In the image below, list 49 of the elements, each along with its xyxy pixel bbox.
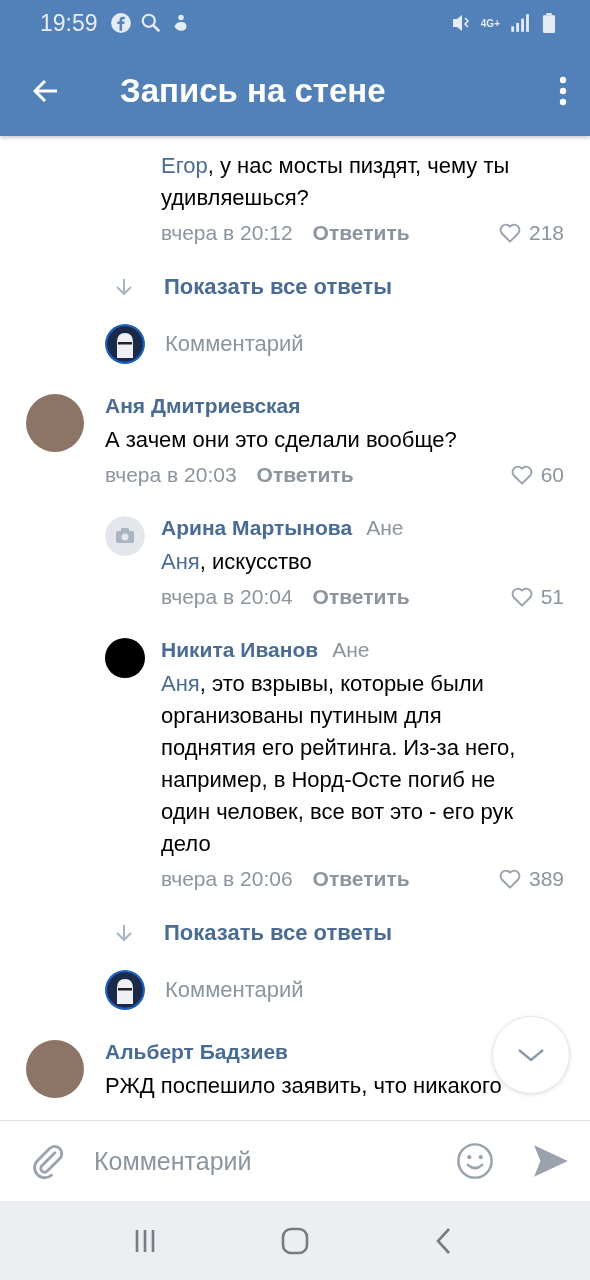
page-title: Запись на стене (120, 72, 387, 110)
comment-text: А зачем они это сделали вообще? (105, 426, 458, 454)
send-icon[interactable] (532, 1142, 570, 1180)
reply-to: Ане (332, 638, 370, 662)
signal-icon (508, 12, 530, 34)
comment-time: вчера в 20:03 (105, 463, 237, 487)
comment-input-field[interactable]: Комментарий (94, 1146, 438, 1176)
more-options-icon[interactable] (558, 75, 568, 107)
reply-button[interactable]: Ответить (312, 585, 410, 609)
camera-icon (105, 516, 145, 556)
photo-placeholder (26, 1040, 84, 1098)
reply-button[interactable]: Ответить (312, 221, 410, 245)
show-all-replies-link[interactable]: Показать все ответы (164, 274, 393, 300)
comment-field[interactable]: Комментарий (165, 331, 304, 357)
reply-button[interactable]: Ответить (312, 867, 410, 891)
status-time: 19:59 (40, 9, 98, 37)
down-arrow-icon (114, 277, 134, 297)
photo-placeholder (26, 394, 84, 452)
comment-text: Егор, у нас мосты пиздят, чему ты удивляешься? (161, 152, 511, 212)
comment-text: Аня, это взрывы, которые были организованы путиным для поднятия его рейтинга. Из-за него, например, в Норд-Осте погиб не один человек, все вот это - его рук дело (161, 670, 517, 858)
mention-link[interactable]: Аня (161, 671, 200, 696)
smiley-icon[interactable] (456, 1142, 494, 1180)
search-icon (139, 12, 162, 34)
comment-time: вчера в 20:12 (161, 221, 293, 245)
helmet-avatar-icon (105, 970, 145, 1010)
author-name[interactable]: Никита Иванов (161, 638, 319, 662)
show-all-replies-link[interactable]: Показать все ответы (164, 920, 393, 946)
home-icon[interactable] (280, 1225, 310, 1256)
avatar (105, 638, 145, 678)
like-count: 51 (540, 585, 564, 609)
like-count: 218 (528, 221, 564, 245)
network-label: 4G+ (480, 17, 500, 29)
facebook-icon (109, 12, 132, 34)
author-name[interactable]: Аня Дмитриевская (105, 394, 301, 418)
comment-time: вчера в 20:04 (161, 585, 293, 609)
mention-link[interactable]: Егор (161, 153, 208, 178)
helmet-avatar-icon (105, 324, 145, 364)
down-arrow-icon (114, 923, 134, 943)
comment-text: Аня, искусство (161, 548, 313, 576)
comment-text: РЖД поспешило заявить, что никакого (105, 1072, 503, 1100)
mention-link[interactable]: Аня (161, 549, 200, 574)
reply-button[interactable]: Ответить (256, 463, 354, 487)
reply-to: Ане (366, 516, 404, 540)
like-count: 60 (540, 463, 564, 487)
comment-field[interactable]: Комментарий (165, 977, 304, 1003)
author-name[interactable]: Альберт Бадзиев (105, 1040, 289, 1064)
author-name[interactable]: Арина Мартынова (161, 516, 353, 540)
comment-time: вчера в 20:06 (161, 867, 293, 891)
like-count: 389 (528, 867, 564, 891)
